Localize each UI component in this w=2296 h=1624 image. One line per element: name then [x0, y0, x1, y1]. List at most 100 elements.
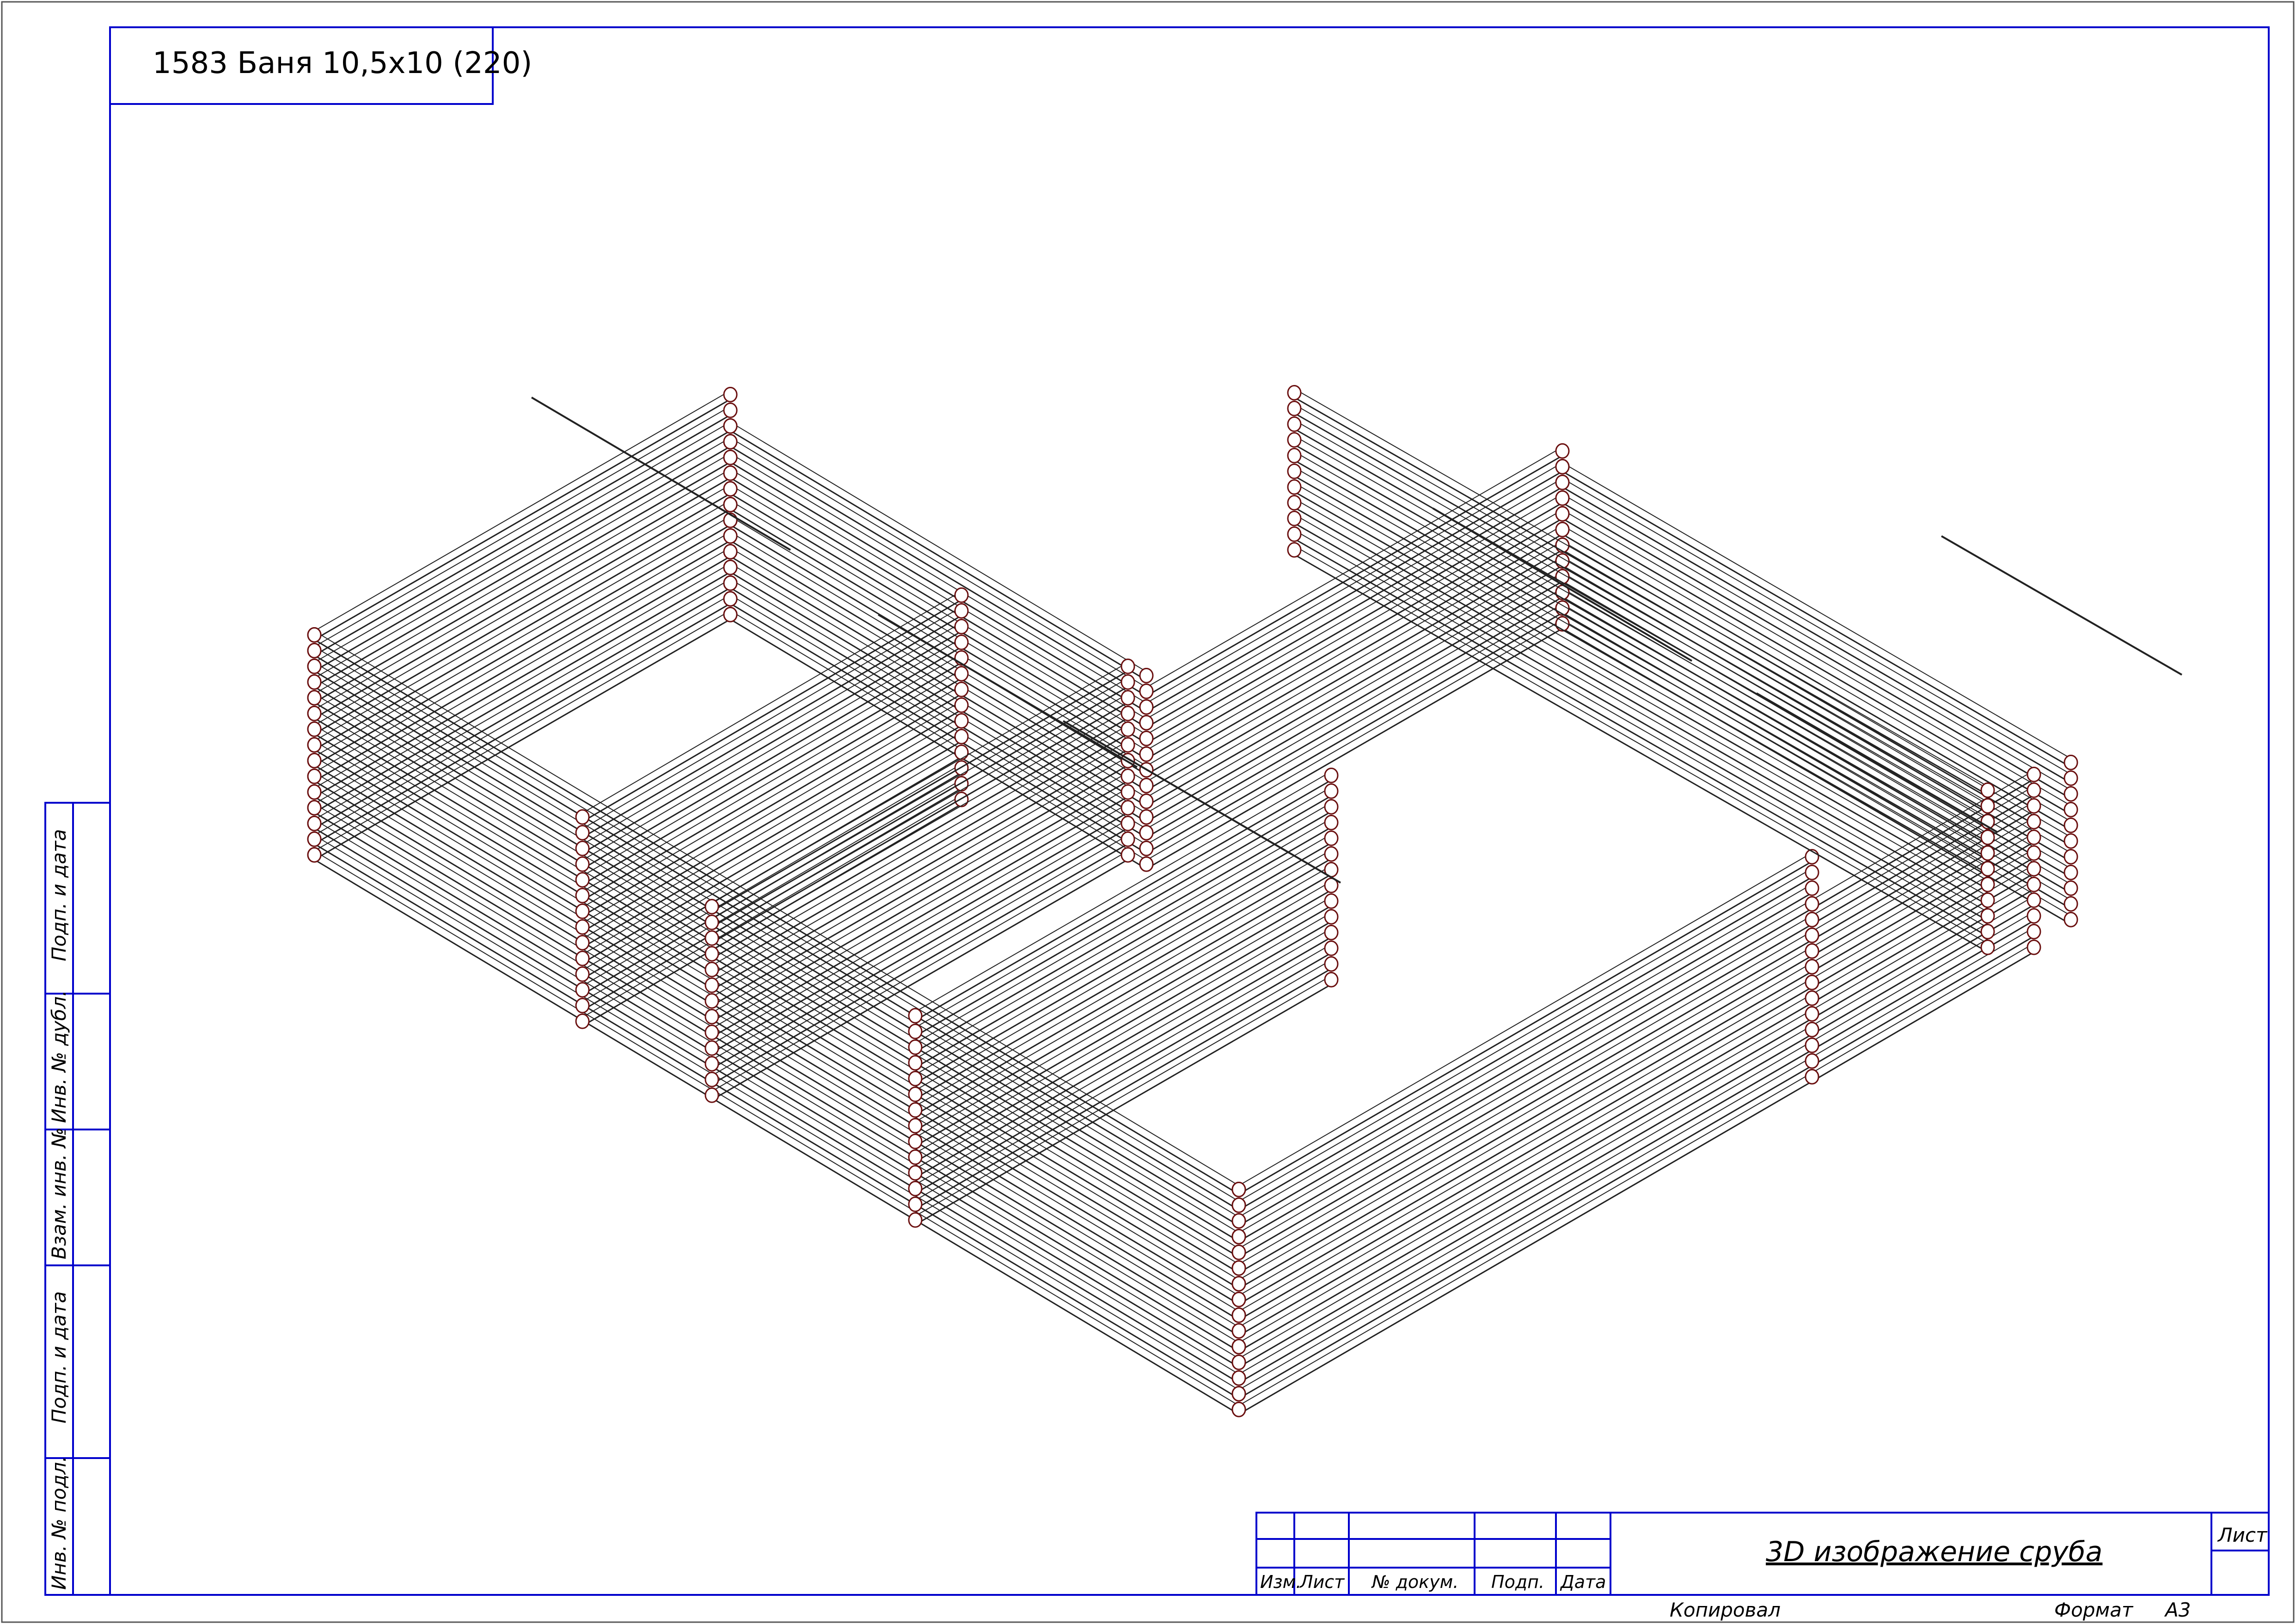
log-end — [1231, 1276, 1246, 1292]
log — [915, 912, 1332, 1154]
log-end — [2027, 814, 2041, 830]
log — [1238, 1081, 1812, 1415]
log-end — [307, 831, 322, 847]
log-end — [704, 899, 719, 915]
log-end — [575, 935, 590, 951]
log — [314, 477, 731, 719]
drawing-title: 3D изображение сруба — [1766, 1536, 2102, 1568]
log-end — [723, 465, 738, 481]
log — [711, 693, 1128, 935]
log-end — [2063, 849, 2078, 865]
log-end — [1139, 715, 1154, 731]
log-end — [307, 769, 322, 784]
log-end — [723, 544, 738, 560]
log-end — [1980, 782, 1995, 798]
log-end — [575, 872, 590, 888]
log-end — [723, 560, 738, 575]
log — [711, 662, 1128, 904]
log — [314, 446, 731, 688]
log-end — [723, 575, 738, 591]
title-block: Изм. Лист № докум. Подп. Дата 3D изображ… — [1255, 1512, 2270, 1596]
log-end — [954, 713, 969, 729]
log — [314, 850, 1239, 1406]
log — [1294, 388, 1988, 787]
project-title: 1583 Баня 10,5х10 (220) — [153, 46, 532, 80]
log — [1146, 509, 1563, 751]
log-end — [704, 1072, 719, 1087]
log-end — [2063, 865, 2078, 880]
log — [1812, 943, 2034, 1074]
log-end — [1231, 1323, 1246, 1339]
log — [1146, 518, 1563, 760]
log-end — [1231, 1245, 1246, 1260]
log-end — [908, 1197, 923, 1212]
log — [314, 500, 731, 742]
log — [582, 653, 962, 877]
log-end — [1120, 674, 1135, 690]
log — [314, 398, 731, 641]
log-end — [307, 627, 322, 643]
log-end — [1287, 401, 1302, 416]
log-end — [2027, 782, 2041, 798]
log-end — [307, 643, 322, 659]
log — [314, 421, 731, 663]
log — [1812, 911, 2034, 1042]
log — [915, 959, 1332, 1201]
log-end — [1555, 490, 1570, 506]
log — [314, 540, 731, 782]
log-end — [2027, 940, 2041, 955]
log — [582, 701, 962, 924]
log-end — [2027, 767, 2041, 782]
log — [711, 749, 1128, 991]
log-end — [575, 919, 590, 935]
log-end — [307, 800, 322, 816]
log-end — [575, 856, 590, 872]
log — [1294, 514, 1988, 913]
log-end — [1231, 1355, 1246, 1370]
log — [915, 834, 1332, 1075]
log-end — [1324, 768, 1339, 783]
log-end — [2027, 830, 2041, 845]
log — [730, 461, 1147, 713]
log — [1238, 986, 1812, 1321]
log-end — [1805, 975, 1819, 990]
log-end — [723, 591, 738, 607]
log — [1238, 1002, 1812, 1337]
log — [711, 717, 1128, 959]
drawing-sheet: 1583 Баня 10,5х10 (220) Подп. и дата Инв… — [1, 1, 2295, 1623]
log — [1146, 549, 1563, 791]
log — [915, 921, 1332, 1163]
log-end — [908, 1118, 923, 1134]
col-label-sign: Подп. — [1491, 1572, 1544, 1592]
log — [711, 772, 1128, 1013]
log-end — [2027, 845, 2041, 861]
log — [314, 803, 1239, 1359]
log — [314, 843, 1239, 1399]
log-end — [1139, 794, 1154, 809]
log-end — [307, 659, 322, 674]
log — [1238, 1033, 1812, 1368]
log-end — [1324, 925, 1339, 940]
log — [1238, 955, 1812, 1289]
log-end — [1287, 448, 1302, 464]
log-end — [1120, 769, 1135, 784]
log — [1294, 404, 1988, 803]
log-end — [704, 977, 719, 993]
log-end — [1324, 940, 1339, 956]
log-end — [1805, 1069, 1819, 1085]
log-end — [1139, 825, 1154, 841]
log — [1146, 628, 1563, 870]
stamp-cell-dup-inv: Инв. № дубл. — [48, 990, 70, 1123]
log-end — [575, 982, 590, 998]
log-end — [704, 1056, 719, 1072]
log — [314, 406, 731, 647]
log-end — [704, 915, 719, 930]
log — [1812, 873, 2034, 1004]
log — [915, 952, 1332, 1194]
log — [1238, 971, 1812, 1305]
log — [582, 662, 962, 885]
col-label-doc-no: № докум. — [1371, 1572, 1458, 1592]
log-end — [704, 1087, 719, 1103]
log — [915, 858, 1332, 1100]
log — [314, 390, 731, 632]
